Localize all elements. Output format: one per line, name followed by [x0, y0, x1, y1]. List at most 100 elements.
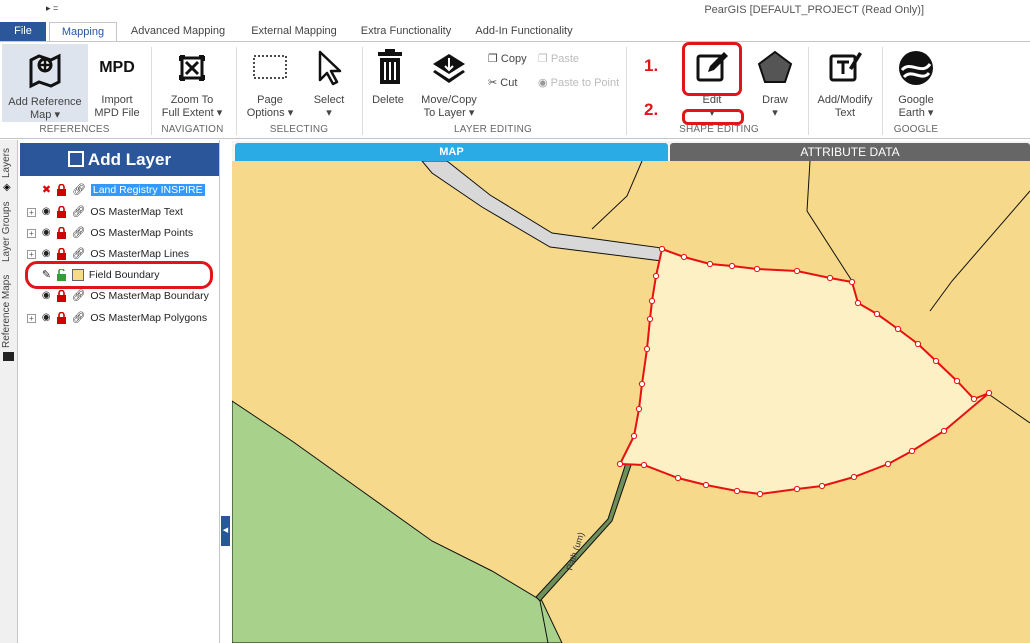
vertex-handle[interactable]	[638, 380, 646, 388]
vertex-handle[interactable]	[702, 481, 710, 489]
vertex-handle[interactable]	[914, 340, 922, 348]
select-button[interactable]: Select ▾	[306, 46, 352, 120]
lock-icon[interactable]	[56, 184, 67, 197]
link-icon[interactable]: 🔗︎	[72, 224, 86, 242]
quick-access-toolbar[interactable]: ▸ =	[46, 3, 58, 14]
move-copy-label: Move/Copy	[421, 94, 477, 106]
vertex-handle[interactable]	[818, 482, 826, 490]
vertex-handle[interactable]	[848, 278, 856, 286]
layer-row-os-points[interactable]: + ◉ 🔗︎ OS MasterMap Points	[27, 224, 193, 242]
tab-mapping[interactable]: Mapping	[49, 22, 117, 42]
expand-toggle[interactable]: +	[27, 207, 36, 217]
tab-extra-functionality[interactable]: Extra Functionality	[354, 22, 458, 41]
draw-label: Draw	[762, 94, 788, 106]
window-title: PearGIS [DEFAULT_PROJECT (Read Only)]	[704, 4, 924, 16]
vertex-handle[interactable]	[733, 487, 741, 495]
expand-toggle[interactable]: +	[27, 313, 36, 323]
link-icon[interactable]: 🔗︎	[72, 287, 86, 305]
eye-icon[interactable]: ◉	[42, 287, 51, 305]
vertex-handle[interactable]	[894, 325, 902, 333]
vertex-handle[interactable]	[970, 395, 978, 403]
vertex-handle[interactable]	[630, 432, 638, 440]
page-options-button[interactable]: Page Options ▾	[244, 46, 296, 120]
vertex-handle[interactable]	[850, 473, 858, 481]
hidden-eye-icon[interactable]: ✖	[42, 181, 51, 199]
tab-external-mapping[interactable]: External Mapping	[244, 22, 344, 41]
page-options-label2: Options ▾	[246, 107, 294, 119]
layer-row-os-polygons[interactable]: + ◉ 🔗︎ OS MasterMap Polygons	[27, 309, 207, 327]
vertex-handle[interactable]	[826, 274, 834, 282]
vertex-handle[interactable]	[753, 265, 761, 273]
vertex-handle[interactable]	[680, 253, 688, 261]
map-svg[interactable]: Path (um)	[232, 161, 1030, 643]
vertex-handle[interactable]	[873, 310, 881, 318]
link-icon[interactable]: 🔗︎	[72, 181, 86, 199]
layer-row-os-boundary[interactable]: ◉ 🔗︎ OS MasterMap Boundary	[27, 287, 209, 305]
tab-attribute-data[interactable]: ATTRIBUTE DATA	[670, 143, 1030, 161]
tab-file[interactable]: File	[0, 22, 46, 41]
lock-icon[interactable]	[56, 227, 67, 240]
vertex-handle[interactable]	[985, 389, 993, 397]
vertex-handle[interactable]	[940, 427, 948, 435]
lock-icon[interactable]	[56, 290, 67, 303]
add-layer-button[interactable]: Add Layer	[20, 143, 219, 176]
eye-icon[interactable]: ◉	[42, 203, 51, 221]
vertex-handle[interactable]	[652, 272, 660, 280]
map-pin-icon	[29, 53, 61, 89]
globe-icon	[899, 51, 933, 85]
google-earth-button[interactable]: Google Earth ▾	[888, 46, 944, 120]
vertex-handle[interactable]	[640, 461, 648, 469]
vertex-handle[interactable]	[884, 460, 892, 468]
vertex-handle[interactable]	[908, 447, 916, 455]
side-tab-reference-maps[interactable]: Reference Maps	[1, 272, 17, 350]
vertex-handle[interactable]	[674, 474, 682, 482]
vertex-handle[interactable]	[728, 262, 736, 270]
layer-row-os-text[interactable]: + ◉ 🔗︎ OS MasterMap Text	[27, 203, 183, 221]
tab-advanced-mapping[interactable]: Advanced Mapping	[124, 22, 232, 41]
side-tab-layer-groups[interactable]: Layer Groups	[1, 198, 17, 266]
vertex-handle[interactable]	[932, 357, 940, 365]
layer-row-land-registry[interactable]: ✖ 🔗︎ Land Registry INSPIRE	[27, 181, 205, 199]
link-icon[interactable]: 🔗︎	[72, 309, 86, 327]
eye-icon[interactable]: ◉	[42, 224, 51, 242]
vertex-handle[interactable]	[756, 490, 764, 498]
map-canvas[interactable]: Path (um)	[232, 161, 1030, 643]
eye-icon[interactable]: ◉	[42, 309, 51, 327]
vertex-handle[interactable]	[646, 315, 654, 323]
move-copy-to-layer-button[interactable]: Move/Copy To Layer ▾	[416, 46, 482, 120]
vertex-handle[interactable]	[616, 460, 624, 468]
side-tab-layers[interactable]: Layers	[1, 146, 17, 180]
lock-icon[interactable]	[56, 206, 67, 219]
expand-toggle[interactable]: +	[27, 228, 36, 238]
delete-button[interactable]: Delete	[368, 46, 408, 107]
vertex-handle[interactable]	[658, 245, 666, 253]
draw-button[interactable]: Draw ▾	[750, 46, 800, 120]
vertex-handle[interactable]	[635, 405, 643, 413]
tab-addin-functionality[interactable]: Add-In Functionality	[468, 22, 580, 41]
vertex-handle[interactable]	[953, 377, 961, 385]
vertex-handle[interactable]	[648, 297, 656, 305]
link-icon[interactable]: 🔗︎	[72, 203, 86, 221]
add-reference-map-button[interactable]: Add Reference Map ▾	[2, 44, 88, 122]
paste-to-point-button[interactable]: ◉ Paste to Point	[538, 75, 619, 91]
vertex-handle[interactable]	[793, 485, 801, 493]
tab-map[interactable]: MAP	[235, 143, 668, 161]
paste-button[interactable]: ❐ Paste	[538, 51, 579, 67]
annotation-box-field-boundary	[25, 261, 213, 289]
lock-icon[interactable]	[56, 248, 67, 261]
vertex-handle[interactable]	[706, 260, 714, 268]
vertex-handle[interactable]	[793, 267, 801, 275]
cut-button[interactable]: ✂ Cut	[488, 75, 517, 91]
layer-name: OS MasterMap Boundary	[90, 290, 209, 302]
collapse-panel-handle[interactable]: ◀	[221, 516, 230, 546]
zoom-full-extent-button[interactable]: Zoom To Full Extent ▾	[158, 46, 226, 120]
vertex-handle[interactable]	[854, 299, 862, 307]
vertex-handle[interactable]	[643, 345, 651, 353]
expand-toggle[interactable]: +	[27, 249, 36, 259]
copy-button[interactable]: ❐ Copy	[488, 51, 527, 67]
lock-icon[interactable]	[56, 312, 67, 325]
add-modify-text-button[interactable]: Add/Modify Text	[814, 46, 876, 120]
ribbon-separator	[236, 47, 237, 135]
import-mpd-button[interactable]: MPD Import MPD File	[92, 46, 142, 120]
select-label: Select	[313, 94, 345, 106]
